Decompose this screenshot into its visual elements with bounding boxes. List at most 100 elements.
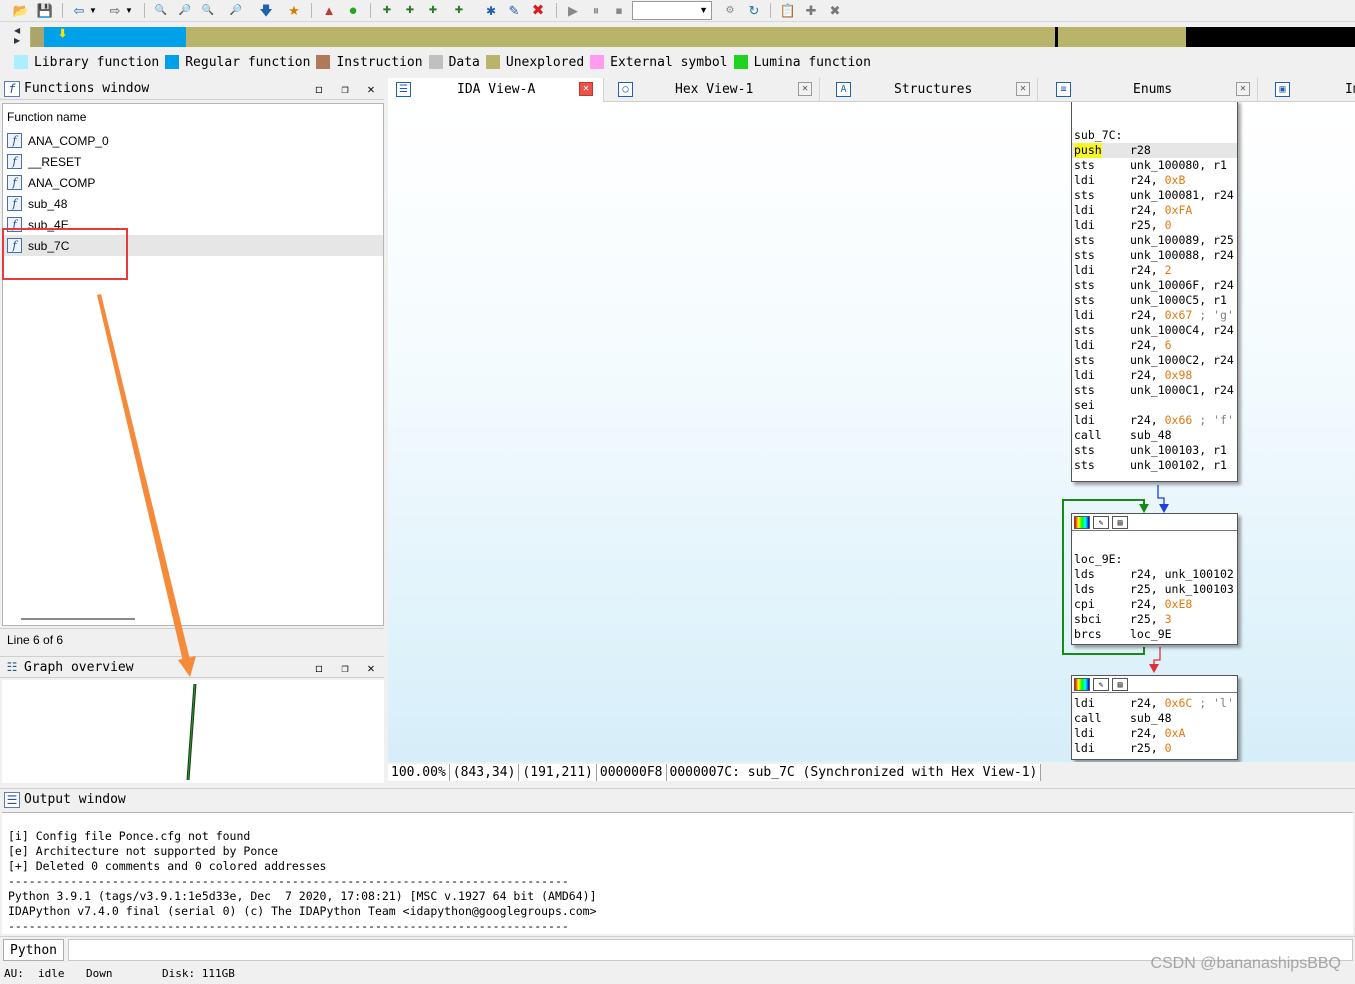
settings-icon[interactable]: ⚙	[721, 2, 739, 19]
asm-operands[interactable]: r24, 6	[1130, 338, 1172, 353]
asm-operands[interactable]: unk_100088, r24	[1130, 248, 1234, 263]
asm-operands[interactable]: sub_48	[1130, 428, 1172, 443]
asm-line[interactable]: ldi r25, 0	[1072, 218, 1237, 233]
asm-line[interactable]: sts unk_1000C2, r24	[1072, 353, 1237, 368]
asm-line[interactable]: ldi r24, 0xB	[1072, 173, 1237, 188]
asm-line[interactable]: ldi r24, 0x66 ; 'f'	[1072, 413, 1237, 428]
graph-block-sub-7c[interactable]: sub_7C: push r28 sts unk_100080, r1 ldi r24, …	[1071, 102, 1238, 482]
graph-overview-canvas[interactable]	[2, 680, 384, 783]
stop-icon[interactable]: ⏹	[610, 2, 628, 19]
data-icon[interactable]: ✚	[401, 2, 419, 19]
asm-operands[interactable]: unk_10006F, r24	[1130, 278, 1234, 293]
asm-operands[interactable]: unk_1000C4, r24	[1130, 323, 1234, 338]
asm-operands[interactable]: loc_9E	[1130, 627, 1172, 642]
asm-mnemonic[interactable]: cpi	[1074, 597, 1095, 612]
ascii-icon[interactable]: ✚	[424, 2, 442, 19]
asm-line[interactable]: call sub_48	[1072, 428, 1237, 443]
asm-line[interactable]: ldi r24, 2	[1072, 263, 1237, 278]
save-icon[interactable]: 💾	[36, 2, 54, 19]
asm-line[interactable]: cpi r24, 0xE8	[1072, 597, 1237, 612]
asm-mnemonic[interactable]: sts	[1074, 233, 1095, 248]
asm-mnemonic[interactable]: ldi	[1074, 413, 1095, 428]
output-log[interactable]: [i] Config file Ponce.cfg not found [e] A…	[2, 812, 1353, 934]
asm-operands[interactable]: unk_1000C5, r1	[1130, 293, 1227, 308]
horizontal-scrollbar[interactable]	[21, 618, 135, 620]
function-list-item[interactable]: f sub_48	[3, 193, 383, 214]
jump-icon[interactable]: 🡇	[257, 2, 275, 19]
close-icon[interactable]: ✕	[798, 82, 812, 96]
notes-icon[interactable]: 📋	[779, 2, 797, 19]
function-list-item[interactable]: f ANA_COMP	[3, 172, 383, 193]
asm-operands[interactable]: unk_100080, r1	[1130, 158, 1227, 173]
asm-mnemonic[interactable]: ldi	[1074, 696, 1095, 711]
graph-block-continuation[interactable]: ✎ ▤ ldi r24, 0x6C ; 'l' call sub_48 ldi r24, …	[1071, 675, 1238, 760]
forward-dropdown-icon[interactable]: ▼	[124, 2, 134, 19]
asm-mnemonic[interactable]: sts	[1074, 158, 1095, 173]
graph-block-loc-9e[interactable]: ✎ ▤ loc_9E: lds r24, unk_100102 lds r25, un…	[1071, 513, 1238, 645]
asm-operands[interactable]: r24, 0x6C ; 'l'	[1130, 696, 1234, 711]
asm-line[interactable]: ldi r24, 0x98	[1072, 368, 1237, 383]
asm-line[interactable]: push r28	[1072, 143, 1237, 158]
asm-operands[interactable]: unk_100089, r25	[1130, 233, 1234, 248]
asm-line[interactable]: sbci r25, 3	[1072, 612, 1237, 627]
function-list-item[interactable]: f __RESET	[3, 151, 383, 172]
asm-mnemonic[interactable]: ldi	[1074, 218, 1095, 233]
asm-line[interactable]: ldi r24, 0x6C ; 'l'	[1072, 696, 1237, 711]
asm-mnemonic[interactable]: call	[1074, 428, 1102, 443]
asm-operands[interactable]: r25, 0	[1130, 218, 1172, 233]
edit-icon[interactable]: ✎	[505, 2, 523, 19]
maximize-icon[interactable]: ◻	[312, 82, 326, 96]
search-immediate-icon[interactable]: 🔍	[199, 2, 217, 19]
asm-mnemonic[interactable]: ldi	[1074, 741, 1095, 756]
tab-enums[interactable]: ≡ Enums ✕	[1048, 78, 1258, 102]
clear-icon[interactable]: ✖	[826, 2, 844, 19]
asm-line[interactable]: ldi r24, 6	[1072, 338, 1237, 353]
asm-mnemonic[interactable]: call	[1074, 711, 1102, 726]
asm-mnemonic[interactable]: ldi	[1074, 308, 1095, 323]
close-icon[interactable]: ✕	[364, 661, 378, 675]
tab-hex-view-1[interactable]: ◯ Hex View-1 ✕	[610, 78, 820, 102]
asm-operands[interactable]: r24, 0x98	[1130, 368, 1192, 383]
asm-mnemonic[interactable]: sts	[1074, 323, 1095, 338]
asm-mnemonic[interactable]: sts	[1074, 293, 1095, 308]
asm-line[interactable]: sts unk_100103, r1	[1072, 443, 1237, 458]
code-icon[interactable]: ✚	[378, 2, 396, 19]
asm-operands[interactable]: unk_100081, r24	[1130, 188, 1234, 203]
struct-icon[interactable]: ✚	[450, 2, 468, 19]
close-icon[interactable]: ✕	[364, 82, 378, 96]
asm-operands[interactable]: r25, 3	[1130, 612, 1172, 627]
asm-mnemonic[interactable]: ldi	[1074, 368, 1095, 383]
back-dropdown-icon[interactable]: ▼	[88, 2, 98, 19]
asm-line[interactable]: sts unk_100088, r24	[1072, 248, 1237, 263]
undefine-icon[interactable]: ✖	[529, 2, 547, 19]
asm-operands[interactable]: r24, 0x66 ; 'f'	[1130, 413, 1234, 428]
asm-operands[interactable]: r24, unk_100102	[1130, 567, 1234, 582]
enum-icon[interactable]: ✱	[482, 2, 500, 19]
asm-mnemonic[interactable]: lds	[1074, 582, 1095, 597]
asm-mnemonic[interactable]: sbci	[1074, 612, 1102, 627]
color-icon[interactable]	[1074, 515, 1090, 529]
nav-scroll-arrows[interactable]: ◀ ▶	[14, 26, 24, 46]
asm-line[interactable]: lds r24, unk_100102	[1072, 567, 1237, 582]
rename-icon[interactable]: ✎	[1093, 515, 1109, 529]
asm-line[interactable]: ldi r24, 0xA	[1072, 726, 1237, 741]
run-icon[interactable]: ●	[344, 2, 362, 19]
close-icon[interactable]: ✕	[1016, 82, 1030, 96]
ida-graph-view[interactable]: sub_7C: push r28 sts unk_100080, r1 ldi r24, …	[388, 102, 1355, 762]
close-icon[interactable]: ✕	[579, 82, 593, 96]
asm-line[interactable]: call sub_48	[1072, 711, 1237, 726]
collapse-icon[interactable]: ▤	[1112, 515, 1128, 529]
asm-line[interactable]: brcs loc_9E	[1072, 627, 1237, 642]
asm-line[interactable]: ldi r24, 0xFA	[1072, 203, 1237, 218]
asm-operands[interactable]: r25, 0	[1130, 741, 1172, 756]
function-list-item[interactable]: f ANA_COMP_0	[3, 130, 383, 151]
asm-line[interactable]: sts unk_100089, r25	[1072, 233, 1237, 248]
search-binary-icon[interactable]: 🔍	[152, 2, 170, 19]
debugger-combo[interactable]: ▼	[632, 1, 712, 20]
asm-mnemonic[interactable]: sts	[1074, 353, 1095, 368]
asm-mnemonic[interactable]: ldi	[1074, 173, 1095, 188]
asm-operands[interactable]: unk_1000C1, r24	[1130, 383, 1234, 398]
play-icon[interactable]: ▶	[564, 2, 582, 19]
collapse-icon[interactable]: ▤	[1112, 677, 1128, 691]
asm-line[interactable]: sts unk_10006F, r24	[1072, 278, 1237, 293]
